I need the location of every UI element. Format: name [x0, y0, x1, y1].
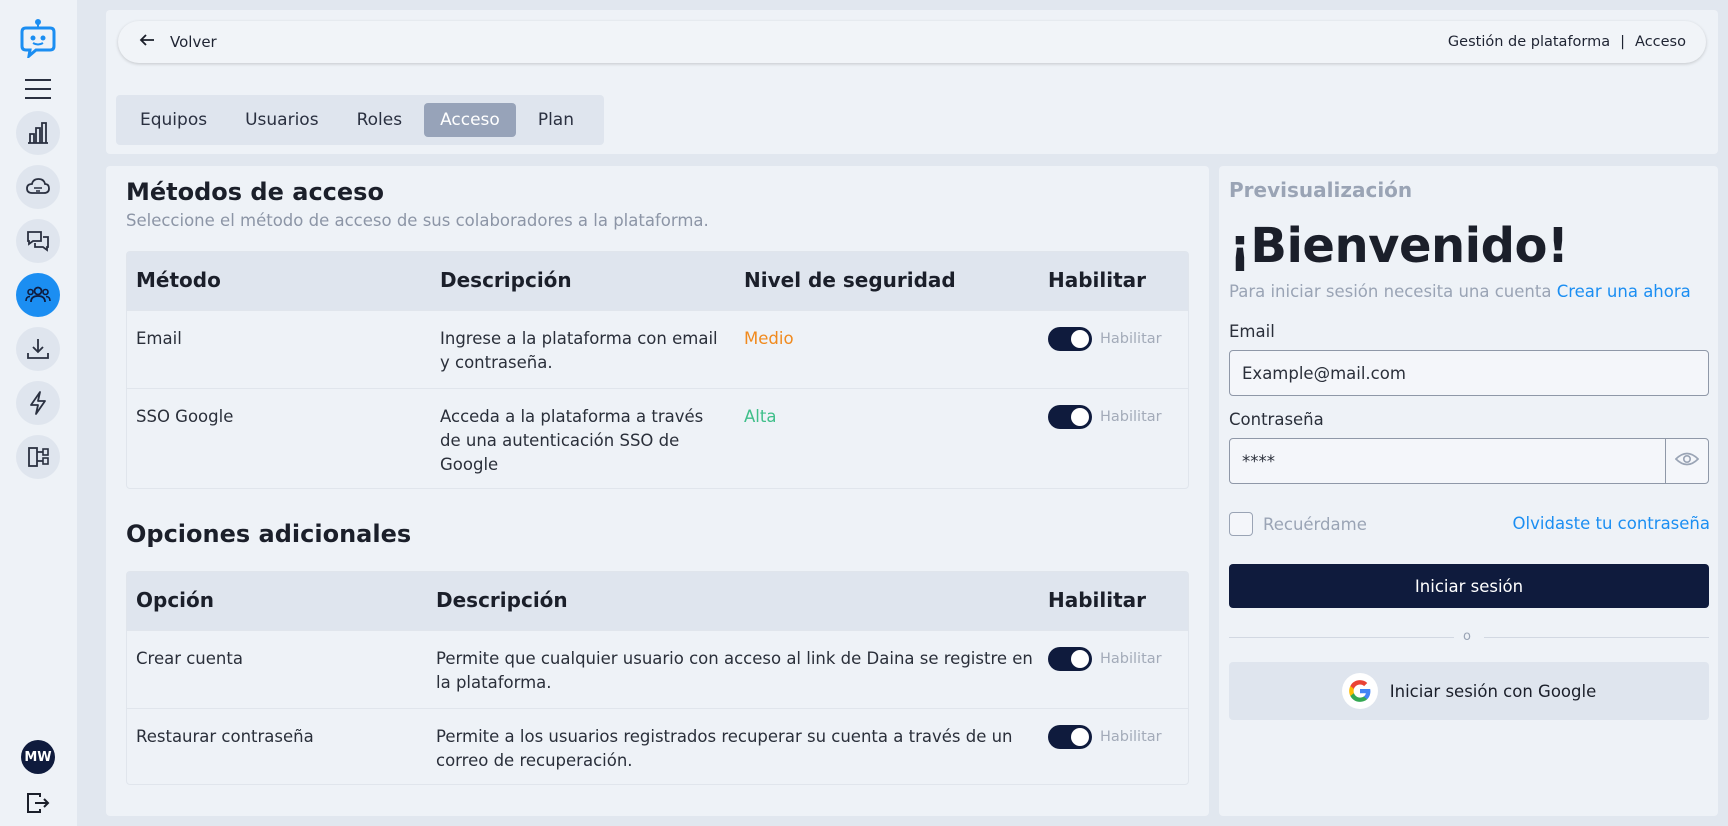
back-button[interactable]: Volver	[138, 31, 217, 53]
options-table: Opción Descripción Habilitar Crear cuent…	[126, 571, 1189, 785]
forgot-password-link[interactable]: Olvidaste tu contraseña	[1513, 514, 1710, 533]
table-row: SSO Google Acceda a la plataforma a trav…	[127, 388, 1188, 488]
toggle-label: Habilitar	[1100, 729, 1162, 745]
tab-roles[interactable]: Roles	[341, 103, 419, 137]
avatar[interactable]: MW	[21, 740, 55, 774]
toggle-switch[interactable]	[1048, 647, 1092, 671]
security-level: Medio	[744, 329, 794, 348]
divider-text: o	[1463, 629, 1471, 644]
toggle-label: Habilitar	[1100, 409, 1162, 425]
menu-icon[interactable]	[25, 78, 51, 100]
cloud-icon[interactable]	[16, 165, 60, 209]
method-description: Ingrese a la plataforma con email y cont…	[440, 329, 718, 372]
methods-table: Método Descripción Nivel de seguridad Ha…	[126, 251, 1189, 489]
option-description: Permite a los usuarios registrados recup…	[436, 727, 1013, 770]
header-option: Opción	[136, 588, 215, 612]
breadcrumb: Gestión de plataforma | Acceso	[1448, 34, 1686, 50]
method-name: SSO Google	[136, 407, 234, 426]
method-description: Acceda a la plataforma a través de una a…	[440, 407, 704, 474]
users-icon[interactable]	[16, 273, 60, 317]
breadcrumb-section[interactable]: Gestión de plataforma	[1448, 34, 1610, 50]
toggle-label: Habilitar	[1100, 651, 1162, 667]
chat-icon[interactable]	[16, 219, 60, 263]
security-level: Alta	[744, 407, 777, 426]
header-description: Descripción	[440, 268, 572, 292]
tab-bar: Equipos Usuarios Roles Acceso Plan	[116, 95, 604, 145]
methods-subtitle: Seleccione el método de acceso de sus co…	[126, 211, 709, 230]
welcome-heading: ¡Bienvenido!	[1229, 218, 1569, 274]
logout-icon[interactable]	[26, 792, 50, 814]
need-account-text: Para iniciar sesión necesita una cuenta …	[1229, 282, 1691, 301]
breadcrumb-separator: |	[1620, 34, 1626, 50]
toggle-label: Habilitar	[1100, 331, 1162, 347]
top-bar: Volver Gestión de plataforma | Acceso	[118, 21, 1706, 63]
toggle-switch[interactable]	[1048, 327, 1092, 351]
google-login-button[interactable]: Iniciar sesión con Google	[1229, 662, 1709, 720]
remember-checkbox[interactable]	[1229, 512, 1253, 536]
breadcrumb-current: Acceso	[1635, 34, 1686, 50]
create-account-link[interactable]: Crear una ahora	[1557, 282, 1691, 301]
tab-equipos[interactable]: Equipos	[124, 103, 223, 137]
enable-toggle[interactable]: Habilitar	[1048, 725, 1162, 749]
toggle-switch[interactable]	[1048, 405, 1092, 429]
remember-me[interactable]: Recuérdame	[1229, 512, 1367, 536]
method-name: Email	[136, 329, 182, 348]
toggle-switch[interactable]	[1048, 725, 1092, 749]
preview-title: Previsualización	[1229, 178, 1413, 202]
password-label: Contraseña	[1229, 410, 1324, 429]
header-level: Nivel de seguridad	[744, 268, 956, 292]
enable-toggle[interactable]: Habilitar	[1048, 647, 1162, 671]
table-row: Restaurar contraseña Permite a los usuar…	[127, 708, 1188, 784]
methods-title: Métodos de acceso	[126, 178, 384, 206]
tab-plan[interactable]: Plan	[522, 103, 590, 137]
enable-toggle[interactable]: Habilitar	[1048, 327, 1162, 351]
download-icon[interactable]	[16, 327, 60, 371]
table-header: Opción Descripción Habilitar	[127, 572, 1188, 630]
remember-label: Recuérdame	[1263, 514, 1367, 534]
option-name: Crear cuenta	[136, 649, 243, 668]
option-name: Restaurar contraseña	[136, 727, 314, 746]
login-button[interactable]: Iniciar sesión	[1229, 564, 1709, 608]
login-preview-panel: Previsualización ¡Bienvenido! Para inici…	[1219, 166, 1718, 816]
tab-usuarios[interactable]: Usuarios	[229, 103, 334, 137]
header-method: Método	[136, 268, 221, 292]
options-title: Opciones adicionales	[126, 520, 412, 548]
table-header: Método Descripción Nivel de seguridad Ha…	[127, 252, 1188, 310]
top-panel: Volver Gestión de plataforma | Acceso Eq…	[106, 10, 1718, 154]
header-description: Descripción	[436, 588, 568, 612]
tab-acceso[interactable]: Acceso	[424, 103, 516, 137]
enable-toggle[interactable]: Habilitar	[1048, 405, 1162, 429]
password-field[interactable]	[1229, 438, 1666, 484]
access-methods-panel: Métodos de acceso Seleccione el método d…	[106, 166, 1209, 816]
table-row: Email Ingrese a la plataforma con email …	[127, 310, 1188, 388]
divider: o	[1229, 629, 1709, 645]
logo-icon[interactable]	[16, 18, 60, 60]
google-icon	[1341, 673, 1378, 709]
header-enable: Habilitar	[1048, 588, 1147, 612]
google-button-label: Iniciar sesión con Google	[1389, 681, 1597, 701]
eye-icon	[1674, 450, 1700, 472]
email-field[interactable]	[1229, 350, 1709, 396]
bolt-icon[interactable]	[16, 381, 60, 425]
chart-icon[interactable]	[16, 111, 60, 155]
header-enable: Habilitar	[1048, 268, 1147, 292]
flow-icon[interactable]	[16, 435, 60, 479]
option-description: Permite que cualquier usuario con acceso…	[436, 649, 1033, 692]
sidebar: MW	[0, 0, 77, 826]
table-row: Crear cuenta Permite que cualquier usuar…	[127, 630, 1188, 708]
arrow-left-icon	[138, 31, 156, 53]
show-password-button[interactable]	[1665, 438, 1709, 484]
back-label: Volver	[170, 33, 217, 51]
email-label: Email	[1229, 322, 1275, 341]
